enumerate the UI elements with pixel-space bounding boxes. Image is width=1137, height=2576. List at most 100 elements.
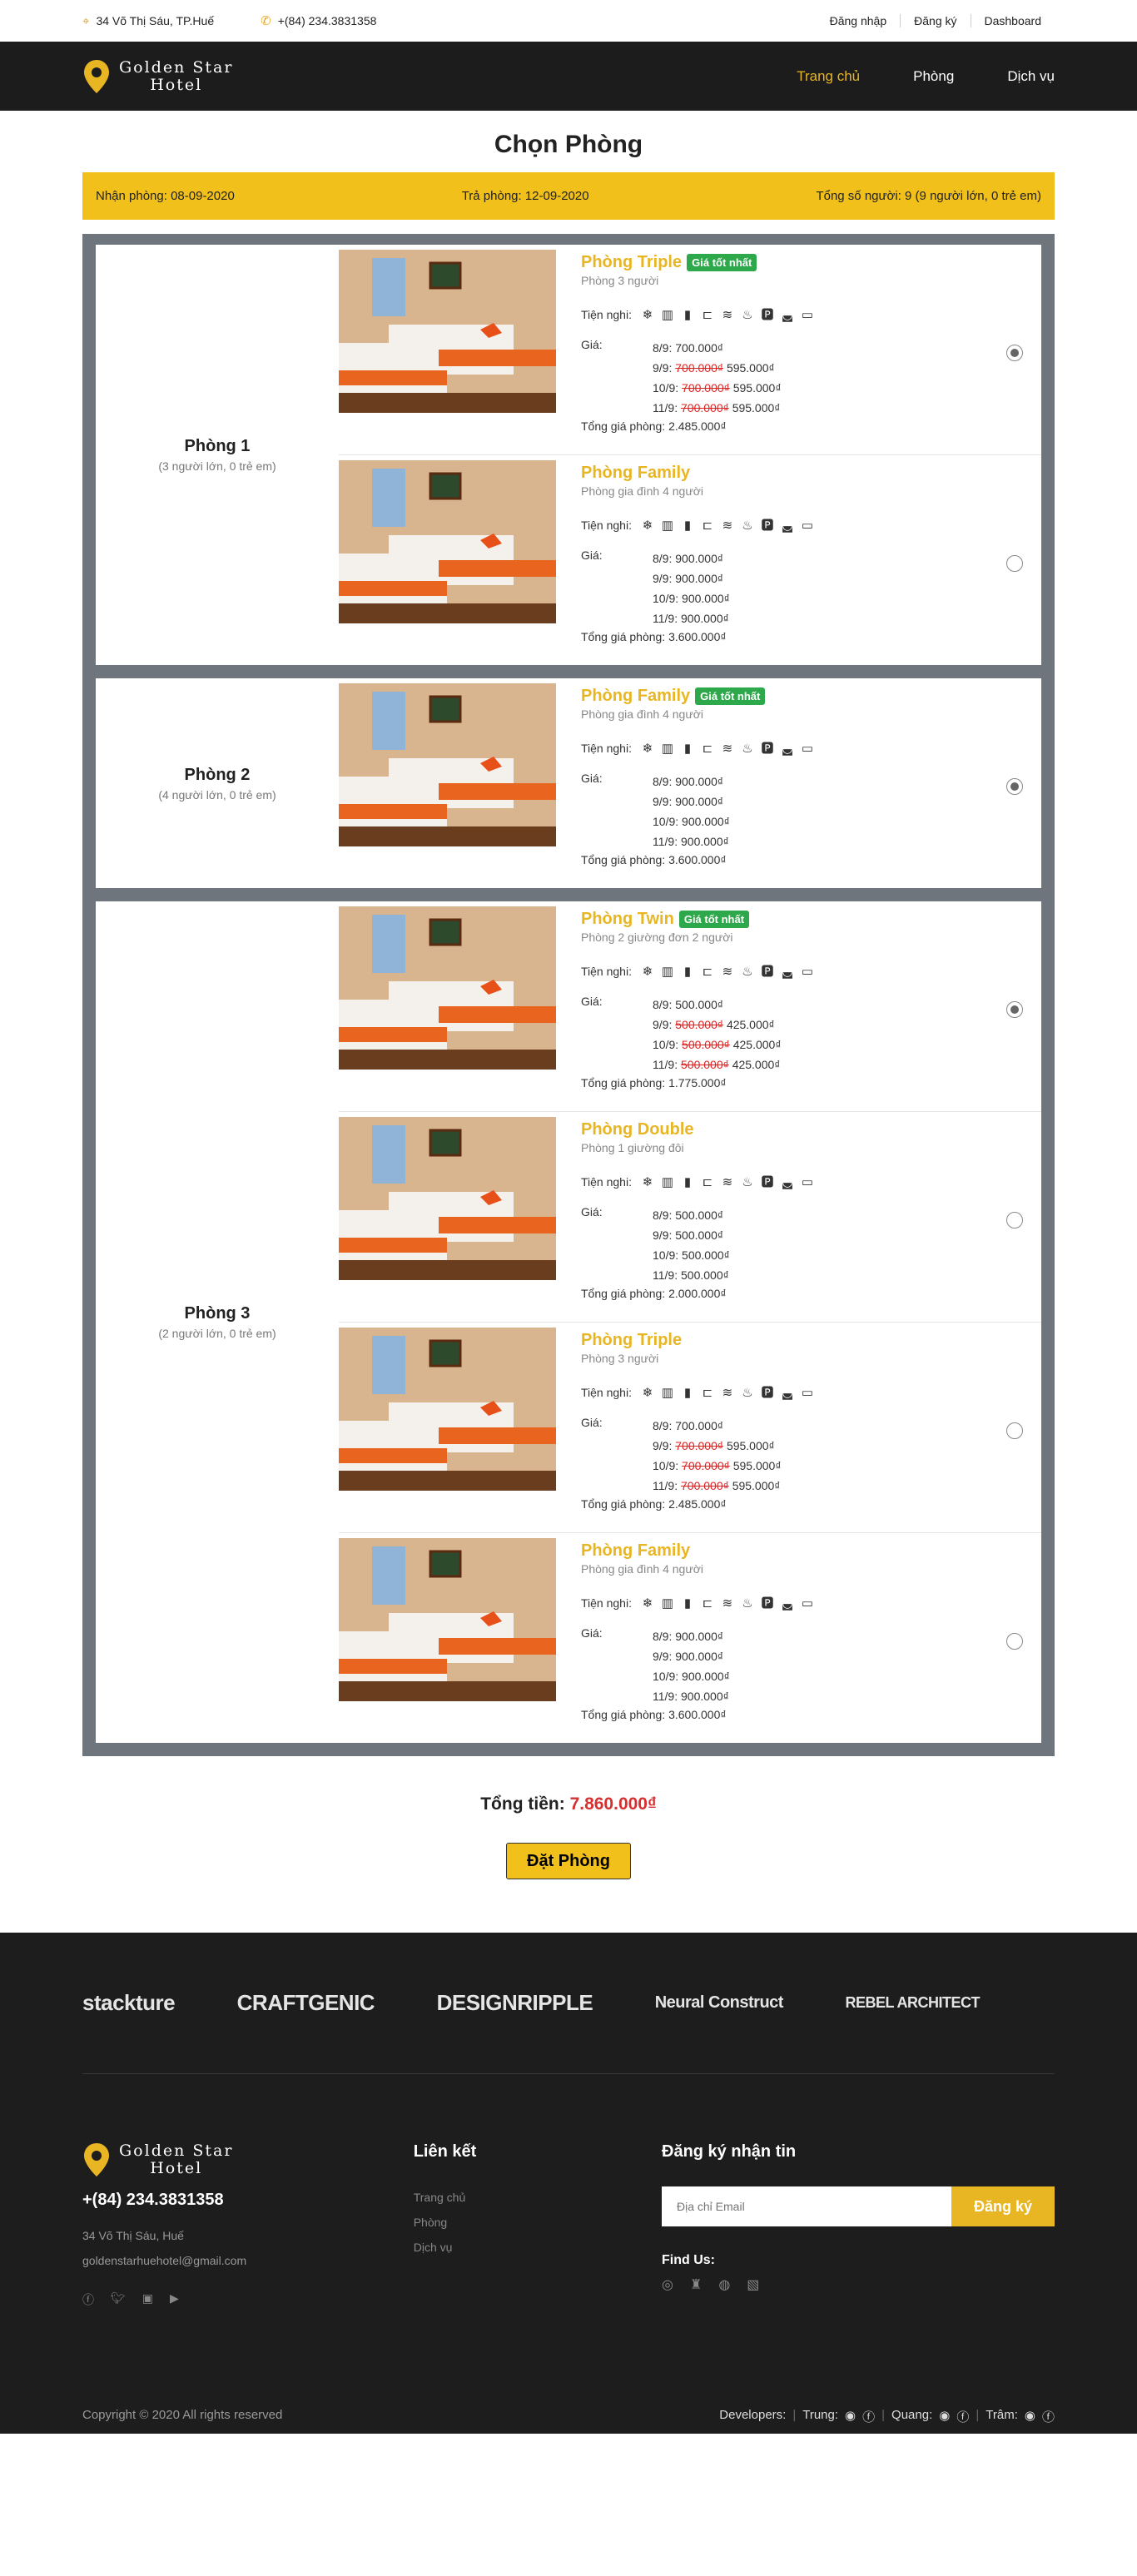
wifi-icon: ≋ [722, 518, 733, 533]
price: 425.000₫ [726, 1018, 775, 1031]
register-link[interactable]: Đăng ký [900, 14, 970, 27]
room-option[interactable]: Phòng Double Phòng 1 giường đôi Tiện nghi:… [339, 1112, 1041, 1323]
login-link[interactable]: Đăng nhập [817, 14, 901, 27]
price-row: 9/9: 900.000₫ [653, 572, 724, 585]
grand-total: Tổng tiền: 7.860.000₫ [480, 1794, 657, 1814]
room-type-name: Phòng Twin [581, 910, 674, 928]
facebook-icon[interactable]: ⓕ [862, 2408, 875, 2425]
room-type-name: Phòng Triple [581, 1331, 683, 1349]
price-row: 8/9: 700.000₫ [653, 1419, 724, 1432]
room-select-radio[interactable] [1006, 1633, 1023, 1650]
price: 500.000₫ [682, 1248, 730, 1262]
shower-icon: ♨ [742, 307, 753, 322]
partner-logo: Neural Construct [654, 1993, 784, 2012]
hairdryer-icon: ⊏ [702, 307, 713, 322]
room-select-radio[interactable] [1006, 1422, 1023, 1439]
bathtub-icon: ◛ [781, 1596, 794, 1611]
price: 700.000₫ [675, 341, 724, 355]
tv-icon: ▭ [801, 1596, 814, 1611]
heater-icon: ▥ [661, 741, 674, 756]
price-row: 8/9: 500.000₫ [653, 1209, 724, 1222]
room-option[interactable]: Phòng Family Phòng gia đình 4 người Tiện n… [339, 455, 1041, 665]
room-number: Phòng 2 [184, 765, 251, 784]
dribbble-icon[interactable]: ◍ [718, 2276, 730, 2293]
wifi-icon: ≋ [722, 1385, 733, 1400]
room-total: Tổng giá phòng: 3.600.000₫ [581, 630, 727, 643]
newsletter-heading: Đăng ký nhận tin [662, 2142, 797, 2161]
price-row: 9/9: 700.000₫ 595.000₫ [653, 361, 775, 375]
facebook-icon[interactable]: ⓕ [1042, 2408, 1055, 2425]
room-total: Tổng giá phòng: 2.485.000₫ [581, 419, 727, 433]
book-button[interactable]: Đặt Phòng [506, 1843, 631, 1879]
room-occupancy: (4 người lớn, 0 trẻ em) [158, 787, 276, 802]
price: 900.000₫ [682, 1670, 730, 1683]
best-price-badge: Giá tốt nhất [678, 911, 750, 928]
room-photo [339, 906, 556, 1070]
hotel-logo[interactable]: Golden Star Hotel [82, 58, 233, 94]
old-price: 700.000₫ [681, 401, 729, 414]
footer-link-rooms[interactable]: Phòng [414, 2210, 662, 2235]
subscribe-button[interactable]: Đăng ký [951, 2186, 1055, 2226]
room-select-radio[interactable] [1006, 555, 1023, 572]
room-option[interactable]: Phòng Family Phòng gia đình 4 người Tiện n… [339, 1533, 1041, 1743]
old-price: 700.000₫ [681, 1479, 729, 1492]
price: 900.000₫ [675, 775, 724, 788]
partner-logo: stackture [82, 1990, 176, 2015]
price-row: 8/9: 500.000₫ [653, 998, 724, 1011]
hairdryer-icon: ⊏ [702, 1385, 713, 1400]
room-number: Phòng 1 [184, 437, 251, 455]
price: 900.000₫ [675, 552, 724, 565]
price-row: 10/9: 500.000₫ 425.000₫ [653, 1038, 782, 1051]
room-option[interactable]: Phòng Triple Phòng 3 người Tiện nghi: ❄ ▥ ▮ ⊏ ≋… [339, 1323, 1041, 1533]
price-row: 9/9: 500.000₫ 425.000₫ [653, 1018, 775, 1031]
room-select-radio[interactable] [1006, 778, 1023, 795]
foursquare-icon[interactable]: ♜ [690, 2276, 702, 2293]
github-icon[interactable]: ◉ [939, 2408, 950, 2425]
guest-count: Tổng số người: 9 (9 người lớn, 0 trẻ em) [816, 189, 1041, 203]
price-row: 9/9: 900.000₫ [653, 1650, 724, 1663]
nav-home[interactable]: Trang chủ [797, 68, 860, 85]
snowflake-icon: ❄ [642, 307, 653, 322]
facebook-icon[interactable]: ⓕ [82, 2291, 94, 2308]
price: 500.000₫ [675, 998, 724, 1011]
footer-logo[interactable]: Golden Star Hotel [82, 2142, 414, 2177]
price: 425.000₫ [732, 1058, 781, 1071]
room-number: Phòng 3 [184, 1304, 251, 1323]
old-price: 700.000₫ [675, 1439, 724, 1452]
price: 900.000₫ [681, 612, 729, 625]
tripadvisor-icon[interactable]: ◎ [662, 2276, 673, 2293]
price: 500.000₫ [675, 1209, 724, 1222]
twitter-icon[interactable]: 🐦︎ [111, 2291, 126, 2308]
nav-rooms[interactable]: Phòng [913, 68, 954, 85]
github-icon[interactable]: ◉ [845, 2408, 856, 2425]
footer-link-home[interactable]: Trang chủ [414, 2185, 662, 2210]
checkout-date: Trả phòng: 12-09-2020 [461, 189, 589, 203]
room-select-radio[interactable] [1006, 1001, 1023, 1018]
github-icon[interactable]: ◉ [1025, 2408, 1035, 2425]
price-row: 8/9: 900.000₫ [653, 775, 724, 788]
hairdryer-icon: ⊏ [702, 741, 713, 756]
room-option[interactable]: Phòng Triple Giá tốt nhất Phòng 3 người Tiệ… [339, 245, 1041, 455]
behance-icon[interactable]: ▧ [747, 2276, 759, 2293]
room-select-radio[interactable] [1006, 345, 1023, 361]
parking-icon: 🅿︎ [761, 965, 774, 979]
map-pin-icon [84, 59, 109, 93]
snowflake-icon: ❄ [642, 964, 653, 979]
facebook-icon[interactable]: ⓕ [956, 2408, 969, 2425]
room-option[interactable]: Phòng Twin Giá tốt nhất Phòng 2 giường đơn… [339, 901, 1041, 1112]
checkin-date: Nhận phòng: 08-09-2020 [96, 189, 235, 203]
snowflake-icon: ❄ [642, 518, 653, 533]
footer-link-services[interactable]: Dịch vụ [414, 2235, 662, 2260]
phone-icon: ✆ [261, 14, 271, 28]
linkedin-icon[interactable]: ▣ [142, 2291, 153, 2308]
room-option[interactable]: Phòng Family Giá tốt nhất Phòng gia đình 4… [339, 678, 1041, 888]
dashboard-link[interactable]: Dashboard [970, 14, 1055, 27]
newsletter-email-input[interactable] [662, 2186, 951, 2226]
room-select-radio[interactable] [1006, 1212, 1023, 1228]
bathtub-icon: ◛ [781, 518, 794, 533]
room-photo [339, 1538, 556, 1701]
nav-services[interactable]: Dịch vụ [1007, 68, 1055, 85]
youtube-icon[interactable]: ▶ [170, 2291, 179, 2308]
wifi-icon: ≋ [722, 1174, 733, 1189]
shower-icon: ♨ [742, 1174, 753, 1189]
